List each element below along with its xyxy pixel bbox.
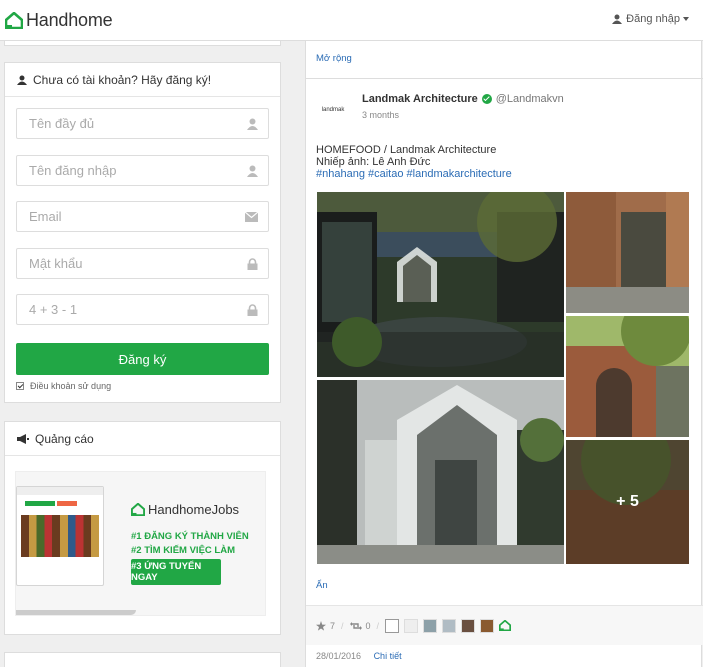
lock-icon xyxy=(247,304,258,316)
post-card: landmak Landmak Architecture @Landmakvn … xyxy=(306,78,703,667)
fullname-field[interactable] xyxy=(16,108,269,139)
post-date: 28/01/2016 xyxy=(316,651,362,661)
star-icon[interactable] xyxy=(316,620,326,631)
ads-panel: Quảng cáo HandhomeJobs #1 ĐĂNG KÝ THÀNH … xyxy=(4,421,281,635)
fullname-input[interactable] xyxy=(17,109,227,138)
avatar[interactable] xyxy=(385,618,400,633)
signup-panel: Chưa có tài khoản? Hãy đăng ký! Đăng ký … xyxy=(4,62,281,403)
hide-link[interactable]: Ẩn xyxy=(316,580,328,591)
megaphone-icon xyxy=(17,433,29,444)
chevron-down-icon xyxy=(683,17,689,21)
username-input[interactable] xyxy=(17,156,227,185)
expand-link[interactable]: Mở rộng xyxy=(316,53,352,64)
share-count: 0 xyxy=(365,620,371,631)
post-tags[interactable]: #nhahang #caitao #landmakarchitecture xyxy=(316,168,512,180)
like-count: 7 xyxy=(330,620,336,631)
gallery-image-2[interactable] xyxy=(566,192,689,313)
post-meta: 28/01/2016 Chi tiết xyxy=(316,651,402,661)
captcha-input[interactable] xyxy=(17,295,227,324)
more-photos-count[interactable]: + 5 xyxy=(566,440,689,564)
verified-icon xyxy=(481,94,492,104)
password-input[interactable] xyxy=(17,249,227,278)
post-handle[interactable]: @Landmakvn xyxy=(496,93,564,105)
gallery-image-3[interactable] xyxy=(566,316,689,437)
signup-heading: Chưa có tài khoản? Hãy đăng ký! xyxy=(5,63,280,97)
avatar[interactable] xyxy=(404,618,419,633)
avatar[interactable] xyxy=(442,618,457,633)
user-icon xyxy=(612,14,623,24)
avatar[interactable] xyxy=(480,618,495,633)
apply-now-badge[interactable]: #3 ỨNG TUYỂN NGAY xyxy=(131,559,221,585)
post-actions: 7 / 0 / xyxy=(306,605,703,645)
laptop-illustration xyxy=(16,486,104,586)
user-icon xyxy=(247,118,258,130)
user-icon xyxy=(247,165,258,177)
brand-logo[interactable]: Handhome xyxy=(5,10,113,31)
ad-steps: #1 ĐĂNG KÝ THÀNH VIÊN #2 TÌM KIẾM VIỆC L… xyxy=(131,531,249,556)
lock-icon xyxy=(247,258,258,270)
ads-heading: Quảng cáo xyxy=(5,422,280,456)
gallery-image-1[interactable] xyxy=(317,192,564,377)
signup-button[interactable]: Đăng ký xyxy=(16,343,269,375)
house-logo-icon xyxy=(5,12,23,29)
username-field[interactable] xyxy=(16,155,269,186)
terms-checkbox-row[interactable]: Điều khoản sử dụng xyxy=(16,381,111,391)
user-icon xyxy=(17,75,27,85)
gallery-image-more[interactable]: + 5 xyxy=(566,440,689,564)
house-logo-icon[interactable] xyxy=(499,620,512,631)
avatar[interactable] xyxy=(423,618,438,633)
laptop-base xyxy=(16,610,136,615)
top-bar: Handhome Đăng nhập xyxy=(0,0,703,41)
password-field[interactable] xyxy=(16,248,269,279)
captcha-field[interactable] xyxy=(16,294,269,325)
login-button[interactable]: Đăng nhập xyxy=(612,13,689,25)
retweet-icon[interactable] xyxy=(349,621,362,631)
avatar[interactable]: landmak xyxy=(316,93,350,127)
detail-link[interactable]: Chi tiết xyxy=(374,651,402,661)
envelope-icon xyxy=(245,212,258,222)
sidebar-panel-bottom xyxy=(4,652,281,667)
email-field[interactable] xyxy=(16,201,269,232)
post-time: 3 months xyxy=(362,110,400,120)
terms-label[interactable]: Điều khoản sử dụng xyxy=(30,381,111,391)
brand-name: Handhome xyxy=(26,10,113,30)
email-input[interactable] xyxy=(17,202,227,231)
login-label: Đăng nhập xyxy=(626,13,680,25)
feed-column: Mở rộng landmak Landmak Architecture @La… xyxy=(305,41,703,667)
jobs-ad-banner[interactable]: HandhomeJobs #1 ĐĂNG KÝ THÀNH VIÊN #2 TÌ… xyxy=(15,471,266,616)
avatar[interactable] xyxy=(461,618,476,633)
gallery-image-4[interactable] xyxy=(317,380,564,564)
house-logo-icon xyxy=(131,503,145,516)
post-author[interactable]: Landmak Architecture @Landmakvn xyxy=(362,93,564,105)
post-text: HOMEFOOD / Landmak Architecture Nhiếp ản… xyxy=(316,144,512,180)
terms-checkbox[interactable] xyxy=(16,382,24,390)
jobs-logo: HandhomeJobs xyxy=(131,502,239,517)
